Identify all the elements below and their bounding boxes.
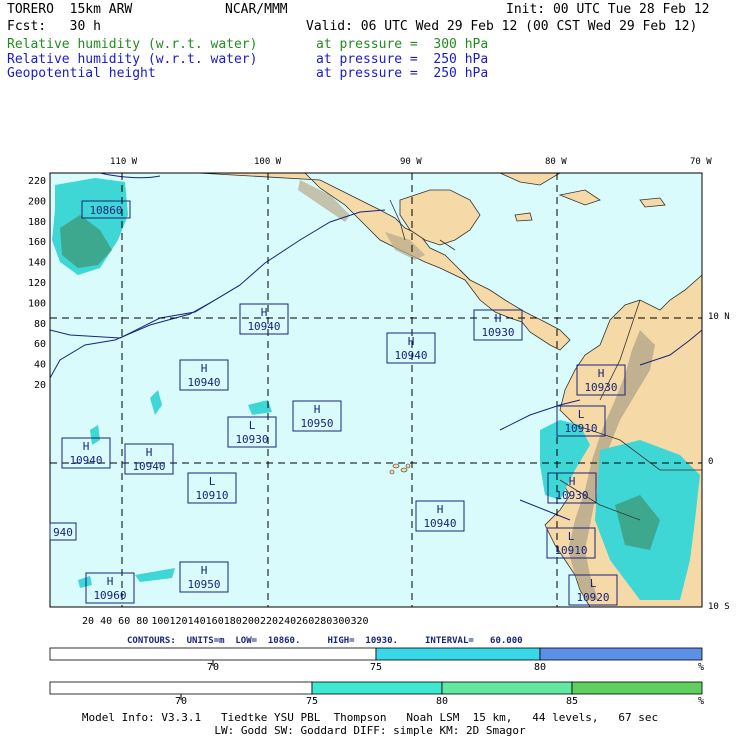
model-info-line1: Model Info: V3.3.1 Tiedtke YSU PBL Thomp… [81,711,659,724]
colorbar-300hpa [49,681,703,700]
cbar1-label-70: 70 [207,662,220,673]
cbar2-label-70: 70 [175,696,188,707]
cbar1-label-80: 80 [534,662,547,673]
cbar1-unit: % [698,662,705,673]
model-info-line2: LW: Godd SW: Goddard DIFF: simple KM: 2D… [214,724,526,737]
colorbars [49,647,703,700]
cbar1-label-75: 75 [370,662,383,673]
cbar2-label-75: 75 [306,696,319,707]
cbar2-unit: % [698,696,705,707]
cbar2-label-80: 80 [436,696,449,707]
cbar2-label-85: 85 [566,696,579,707]
